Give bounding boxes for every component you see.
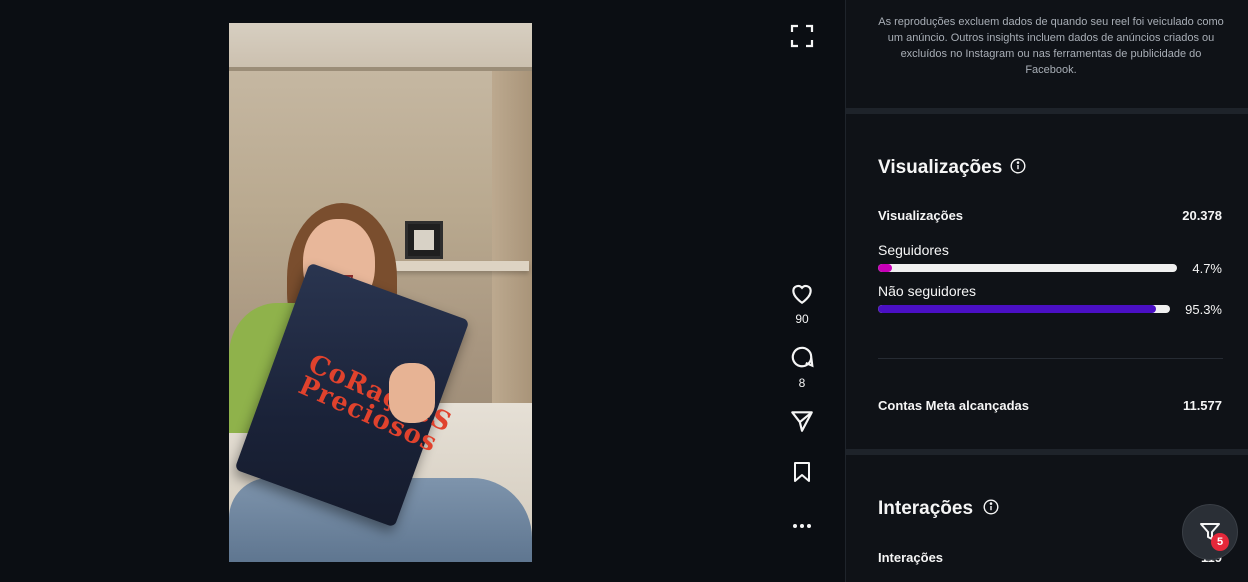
divider	[878, 358, 1223, 359]
like-count: 90	[795, 312, 809, 326]
reel-video[interactable]: CoRaçoeS Preciosos	[229, 23, 532, 562]
send-icon	[791, 411, 813, 432]
comment-button[interactable]: 8	[782, 344, 822, 390]
followers-bar-fill	[878, 264, 893, 272]
interactions-section-title: Interações	[878, 498, 974, 519]
nonfollowers-label: Não seguidores	[878, 283, 977, 299]
section-divider	[846, 108, 1248, 114]
reach-label: Contas Meta alcançadas	[878, 398, 1030, 413]
followers-percent: 4.7%	[1192, 261, 1222, 276]
heart-icon	[792, 284, 812, 305]
comment-count: 8	[798, 376, 806, 390]
section-divider	[846, 449, 1248, 455]
reproductions-note: As reproduções excluem dados de quando s…	[878, 16, 1224, 76]
followers-label: Seguidores	[878, 242, 949, 258]
info-icon[interactable]	[983, 499, 999, 515]
more-options-button[interactable]	[782, 516, 822, 536]
like-button[interactable]: 90	[782, 280, 822, 326]
nonfollowers-bar-fill	[878, 305, 1157, 313]
followers-bar	[878, 264, 1177, 272]
views-total-value: 20.378	[1182, 208, 1222, 223]
more-icon	[793, 524, 811, 528]
nonfollowers-bar	[878, 305, 1170, 313]
interactions-label: Interações	[878, 550, 944, 565]
notification-badge: 5	[1211, 533, 1229, 551]
info-icon[interactable]	[1010, 158, 1026, 174]
views-total-label: Visualizações	[878, 208, 964, 223]
bookmark-icon	[794, 462, 810, 482]
save-button[interactable]	[782, 460, 822, 484]
nonfollowers-percent: 95.3%	[1185, 302, 1222, 317]
filter-button[interactable]: 5	[1182, 504, 1238, 560]
views-section-title: Visualizações	[878, 157, 1003, 178]
fullscreen-icon[interactable]	[790, 24, 814, 48]
insights-panel: As reproduções excluem dados de quando s…	[845, 0, 1248, 582]
comment-icon	[791, 346, 814, 368]
reach-value: 11.577	[1182, 398, 1222, 413]
share-button[interactable]	[782, 408, 822, 434]
media-area: CoRaçoeS Preciosos 90 8	[0, 0, 845, 582]
